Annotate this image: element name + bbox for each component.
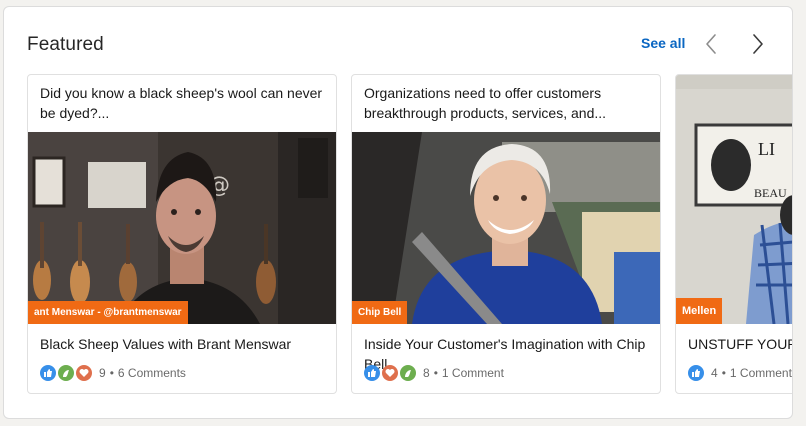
- love-reaction-icon: [382, 365, 398, 381]
- carousel-next-button[interactable]: [745, 31, 771, 57]
- featured-header: Featured See all: [4, 7, 792, 73]
- social-counts: 9 • 6 Comments: [40, 364, 186, 382]
- support-reaction-icon: [58, 365, 74, 381]
- featured-section: Featured See all Did you know a black sh…: [3, 6, 793, 419]
- card-text: Did you know a black sheep's wool can ne…: [40, 85, 323, 121]
- separator-dot: •: [721, 366, 726, 380]
- separator-dot: •: [109, 366, 114, 380]
- svg-text:LI: LI: [758, 139, 775, 159]
- see-all-link[interactable]: See all: [641, 35, 685, 51]
- social-counts: 4 • 1 Comment: [688, 364, 792, 382]
- speaker-name-tag: Chip Bell: [352, 301, 408, 324]
- reactions-list[interactable]: [40, 365, 94, 381]
- comment-count[interactable]: 1 Comment: [442, 366, 504, 380]
- reactions-list[interactable]: [688, 365, 706, 381]
- video-thumbnail-image: [352, 132, 660, 324]
- chevron-left-icon: [706, 34, 716, 54]
- reaction-count[interactable]: 9: [99, 366, 106, 380]
- card-title[interactable]: UNSTUFF YOUR LIFE with Andrew Mellen: [688, 334, 792, 354]
- card-title[interactable]: Black Sheep Values with Brant Menswar: [40, 334, 326, 354]
- featured-carousel: Did you know a black sheep's wool can ne…: [4, 74, 792, 404]
- card-video-thumbnail[interactable]: @ ant Menswar - @brantmenswar: [28, 132, 336, 324]
- speaker-name-tag: ant Menswar - @brantmenswar: [28, 301, 188, 324]
- reaction-count[interactable]: 8: [423, 366, 430, 380]
- chevron-right-icon: [753, 34, 763, 54]
- love-reaction-icon: [76, 365, 92, 381]
- video-thumbnail-image: LI BEAU: [676, 75, 792, 324]
- comment-count[interactable]: 1 Comment: [730, 366, 792, 380]
- speaker-name-tag: Mellen: [676, 298, 723, 324]
- comment-count[interactable]: 6 Comments: [118, 366, 186, 380]
- featured-card[interactable]: Organizations need to offer customers br…: [351, 74, 661, 394]
- featured-card[interactable]: Did you know a black sheep's wool can ne…: [27, 74, 337, 394]
- featured-card[interactable]: LI BEAU Mellen UNSTUFF YOUR LIFE with An…: [675, 74, 792, 394]
- support-reaction-icon: [400, 365, 416, 381]
- like-reaction-icon: [688, 365, 704, 381]
- social-counts: 8 • 1 Comment: [364, 364, 504, 382]
- carousel-prev-button[interactable]: [698, 31, 724, 57]
- like-reaction-icon: [364, 365, 380, 381]
- video-thumbnail-image: @: [28, 132, 336, 324]
- reaction-count[interactable]: 4: [711, 366, 718, 380]
- card-text: Organizations need to offer customers br…: [364, 85, 607, 121]
- card-video-thumbnail[interactable]: LI BEAU Mellen: [676, 75, 792, 324]
- separator-dot: •: [433, 366, 438, 380]
- svg-text:BEAU: BEAU: [754, 186, 787, 200]
- like-reaction-icon: [40, 365, 56, 381]
- section-title: Featured: [27, 34, 104, 55]
- card-video-thumbnail[interactable]: Chip Bell: [352, 132, 660, 324]
- reactions-list[interactable]: [364, 365, 418, 381]
